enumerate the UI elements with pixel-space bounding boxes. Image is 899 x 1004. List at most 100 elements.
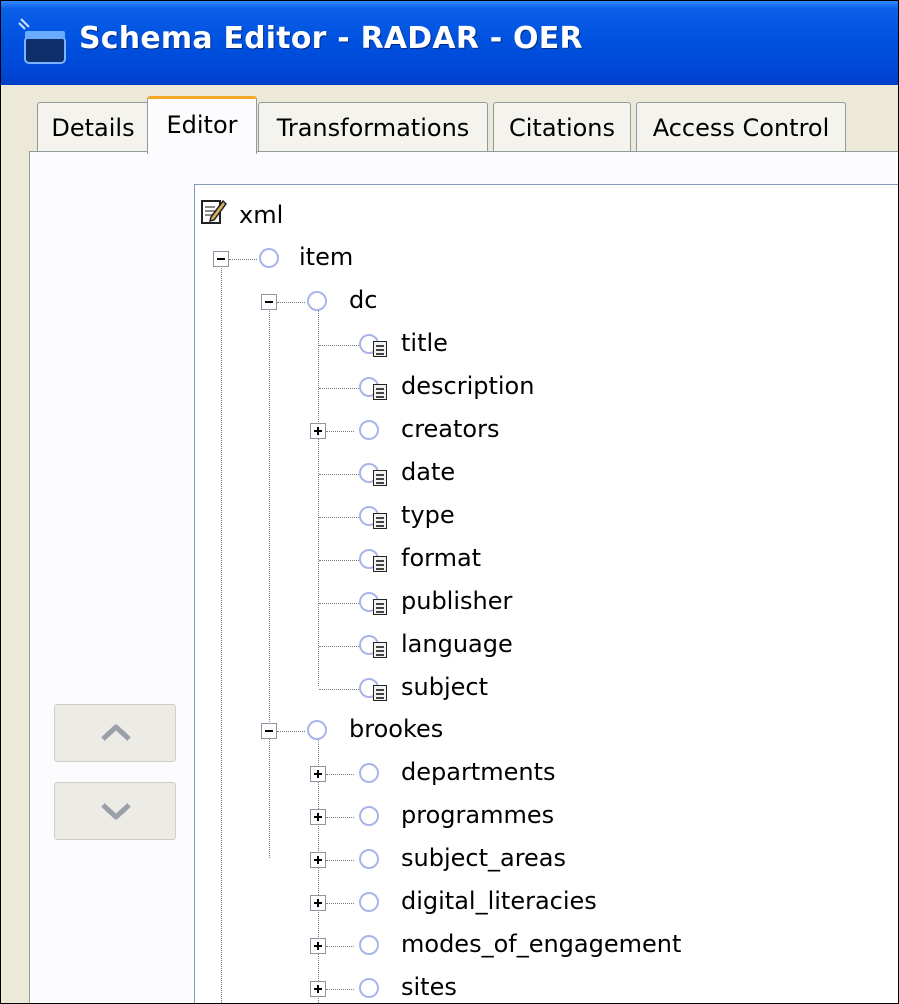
title-bar[interactable]: Schema Editor - RADAR - OER [1, 1, 898, 85]
element-node-icon [307, 291, 327, 311]
tab-access-control[interactable]: Access Control [636, 102, 846, 152]
expand-toggle[interactable] [310, 895, 326, 911]
move-up-button[interactable] [54, 704, 176, 762]
element-node-icon [359, 763, 379, 783]
tree-connector [229, 259, 257, 260]
leaf-document-icon [373, 685, 387, 701]
move-down-button[interactable] [54, 782, 176, 840]
tree-node-item[interactable]: item [195, 237, 495, 277]
tree-node-subject-areas[interactable]: subject_areas [195, 838, 695, 878]
tree-node-brookes[interactable]: brookes [195, 709, 595, 749]
tree-node-label: language [401, 630, 513, 658]
element-node-icon [359, 892, 379, 912]
tree-node-dc-label: dc [349, 286, 378, 314]
xml-document-edit-icon [201, 199, 227, 224]
tree-node-dc[interactable]: dc [195, 280, 495, 320]
tree-node-label: title [401, 329, 448, 357]
element-node-icon [359, 420, 379, 440]
collapse-toggle[interactable] [261, 294, 277, 310]
schema-tree[interactable]: xml item dc title description creators d… [194, 184, 898, 1003]
tree-connector [319, 517, 359, 518]
tree-connector [319, 345, 359, 346]
tree-connector [319, 603, 359, 604]
window-title: Schema Editor - RADAR - OER [79, 21, 583, 56]
tree-node-label: format [401, 544, 482, 572]
element-node-icon [259, 248, 279, 268]
tree-connector [319, 388, 359, 389]
collapse-toggle[interactable] [261, 723, 277, 739]
expand-toggle[interactable] [310, 852, 326, 868]
tree-node-label: creators [401, 415, 500, 443]
expand-toggle[interactable] [310, 809, 326, 825]
tree-connector [277, 302, 305, 303]
tab-editor[interactable]: Editor [147, 96, 257, 154]
tree-node-label: digital_literacies [401, 887, 597, 915]
tree-connector [326, 431, 354, 432]
chevron-down-icon [101, 803, 131, 820]
tree-node-label: description [401, 372, 535, 400]
tree-node-brookes-label: brookes [349, 715, 444, 743]
tree-connector [277, 731, 305, 732]
tab-citations[interactable]: Citations [493, 102, 631, 152]
tree-node-label: sites [401, 973, 457, 1001]
element-node-icon [359, 935, 379, 955]
leaf-document-icon [373, 470, 387, 486]
leaf-document-icon [373, 599, 387, 615]
tree-connector [326, 860, 354, 861]
tree-node-xml[interactable]: xml [195, 195, 495, 235]
tree-connector [326, 903, 354, 904]
tree-node-label: programmes [401, 801, 555, 829]
tree-node-leaf[interactable]: language [195, 624, 595, 664]
tab-access-control-label: Access Control [652, 114, 830, 142]
tree-node-label: subject [401, 673, 488, 701]
tree-node-label: publisher [401, 587, 513, 615]
tree-node-digital-literacies[interactable]: digital_literacies [195, 881, 695, 921]
leaf-document-icon [373, 341, 387, 357]
element-node-icon [359, 806, 379, 826]
tree-connector [319, 646, 359, 647]
tree-connector [326, 817, 354, 818]
tree-node-sites[interactable]: sites [195, 967, 695, 1003]
tree-node-label: modes_of_engagement [401, 930, 682, 958]
tree-node-label: subject_areas [401, 844, 567, 872]
element-node-icon [359, 849, 379, 869]
tab-details-label: Details [51, 114, 135, 142]
tree-connector [326, 774, 354, 775]
tree-node-xml-label: xml [239, 201, 284, 229]
tree-node-leaf[interactable]: subject [195, 667, 595, 707]
tree-node-label: type [401, 501, 455, 529]
tree-node-label: date [401, 458, 456, 486]
tab-editor-label: Editor [166, 111, 238, 139]
leaf-document-icon [373, 513, 387, 529]
tree-connector [319, 560, 359, 561]
tree-node-leaf[interactable]: format [195, 538, 595, 578]
element-node-icon [359, 978, 379, 998]
tree-connector [319, 689, 359, 690]
tab-details[interactable]: Details [37, 102, 149, 152]
tree-node-item-label: item [299, 243, 354, 271]
tree-node-creators[interactable]: creators [195, 409, 595, 449]
leaf-document-icon [373, 556, 387, 572]
tree-node-departments[interactable]: departments [195, 752, 695, 792]
app-window-icon [18, 18, 66, 64]
tree-node-leaf[interactable]: title [195, 323, 595, 363]
tree-node-leaf[interactable]: description [195, 366, 595, 406]
expand-toggle[interactable] [310, 981, 326, 997]
expand-toggle[interactable] [310, 766, 326, 782]
leaf-document-icon [373, 642, 387, 658]
tree-node-programmes[interactable]: programmes [195, 795, 695, 835]
tree-node-leaf[interactable]: date [195, 452, 595, 492]
tree-connector [326, 946, 354, 947]
tree-node-leaf[interactable]: publisher [195, 581, 595, 621]
tree-node-label: departments [401, 758, 556, 786]
tree-connector [319, 474, 359, 475]
schema-editor-window: Schema Editor - RADAR - OER Details Edit… [0, 0, 899, 1004]
expand-toggle[interactable] [310, 938, 326, 954]
tab-transformations[interactable]: Transformations [258, 102, 488, 152]
expand-toggle[interactable] [310, 423, 326, 439]
tree-node-leaf[interactable]: type [195, 495, 595, 535]
tab-citations-label: Citations [508, 114, 616, 142]
collapse-toggle[interactable] [213, 251, 229, 267]
element-node-icon [307, 720, 327, 740]
tree-node-modes-of-engagement[interactable]: modes_of_engagement [195, 924, 715, 964]
